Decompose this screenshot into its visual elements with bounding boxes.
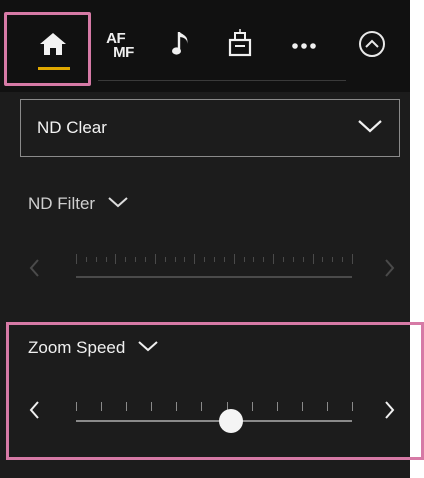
slider-tick [115, 254, 117, 264]
slider-tick [125, 257, 127, 262]
nd-filter-selector[interactable]: ND Filter [28, 194, 129, 214]
chevron-down-icon [357, 118, 383, 139]
af-mf-icon: AF MF [106, 31, 134, 61]
slider-tick [214, 257, 215, 262]
tab-collapse[interactable] [338, 14, 406, 78]
slider-tick [276, 402, 278, 411]
slider-tick [154, 254, 156, 264]
nd-filter-track [76, 276, 352, 278]
media-slot-icon [227, 28, 253, 64]
slider-tick [145, 257, 146, 262]
nd-filter-slider [24, 248, 404, 288]
tab-home[interactable] [12, 14, 94, 78]
slider-tick [326, 402, 328, 411]
slider-tick [233, 254, 235, 264]
zoom-speed-track[interactable] [76, 420, 352, 422]
zoom-speed-slider[interactable] [24, 390, 404, 433]
slider-tick [184, 257, 186, 262]
slider-tick [76, 402, 77, 411]
slider-tick [312, 254, 314, 264]
slider-tick [342, 257, 344, 262]
chevron-up-circle-icon [358, 30, 386, 63]
slider-tick [85, 257, 87, 262]
slider-tick [151, 402, 153, 411]
zoom-speed-selector[interactable]: Zoom Speed [28, 338, 159, 358]
music-note-icon [171, 29, 193, 64]
nd-mode-value: ND Clear [37, 118, 107, 137]
tab-bar: AF MF [0, 0, 410, 92]
slider-tick [101, 402, 103, 411]
slider-tick [273, 254, 275, 264]
slider-tick [332, 257, 334, 262]
slider-tick [204, 257, 206, 262]
slider-tick [105, 257, 107, 262]
slider-tick [174, 257, 176, 262]
slider-tick [352, 254, 353, 264]
tab-more[interactable] [270, 14, 338, 78]
slider-tick [302, 257, 304, 262]
chevron-left-icon [24, 256, 44, 280]
slider-tick [283, 257, 284, 262]
slider-tick [164, 257, 166, 262]
chevron-right-icon [380, 256, 400, 280]
slider-tick [223, 257, 225, 262]
slider-tick [253, 257, 255, 262]
slider-tick [243, 257, 245, 262]
chevron-down-icon [107, 194, 129, 214]
slider-tick [251, 402, 253, 411]
chevron-right-icon[interactable] [380, 398, 400, 422]
zoom-speed-thumb[interactable] [218, 409, 243, 433]
slider-tick [263, 257, 265, 262]
slider-tick [135, 257, 137, 262]
slider-tick [352, 402, 353, 411]
slider-tick [301, 402, 303, 411]
slider-tick [176, 402, 178, 411]
mf-label: MF [113, 44, 134, 61]
active-tab-indicator [38, 67, 70, 70]
chevron-left-icon[interactable] [24, 398, 44, 422]
zoom-speed-label: Zoom Speed [28, 338, 126, 357]
slider-tick [95, 257, 97, 262]
chevron-down-icon [137, 338, 159, 358]
tab-media[interactable] [206, 14, 274, 78]
tab-af-mf[interactable]: AF MF [86, 14, 154, 78]
slider-tick [194, 254, 196, 264]
slider-tick [322, 257, 324, 262]
tab-bar-divider [98, 80, 346, 81]
slider-tick [76, 254, 77, 264]
more-dots-icon [291, 37, 317, 55]
slider-tick [126, 402, 128, 411]
nd-filter-label: ND Filter [28, 194, 96, 213]
slider-tick [201, 402, 203, 411]
home-icon [39, 31, 67, 62]
slider-tick [292, 257, 294, 262]
nd-mode-dropdown[interactable]: ND Clear [20, 99, 400, 157]
